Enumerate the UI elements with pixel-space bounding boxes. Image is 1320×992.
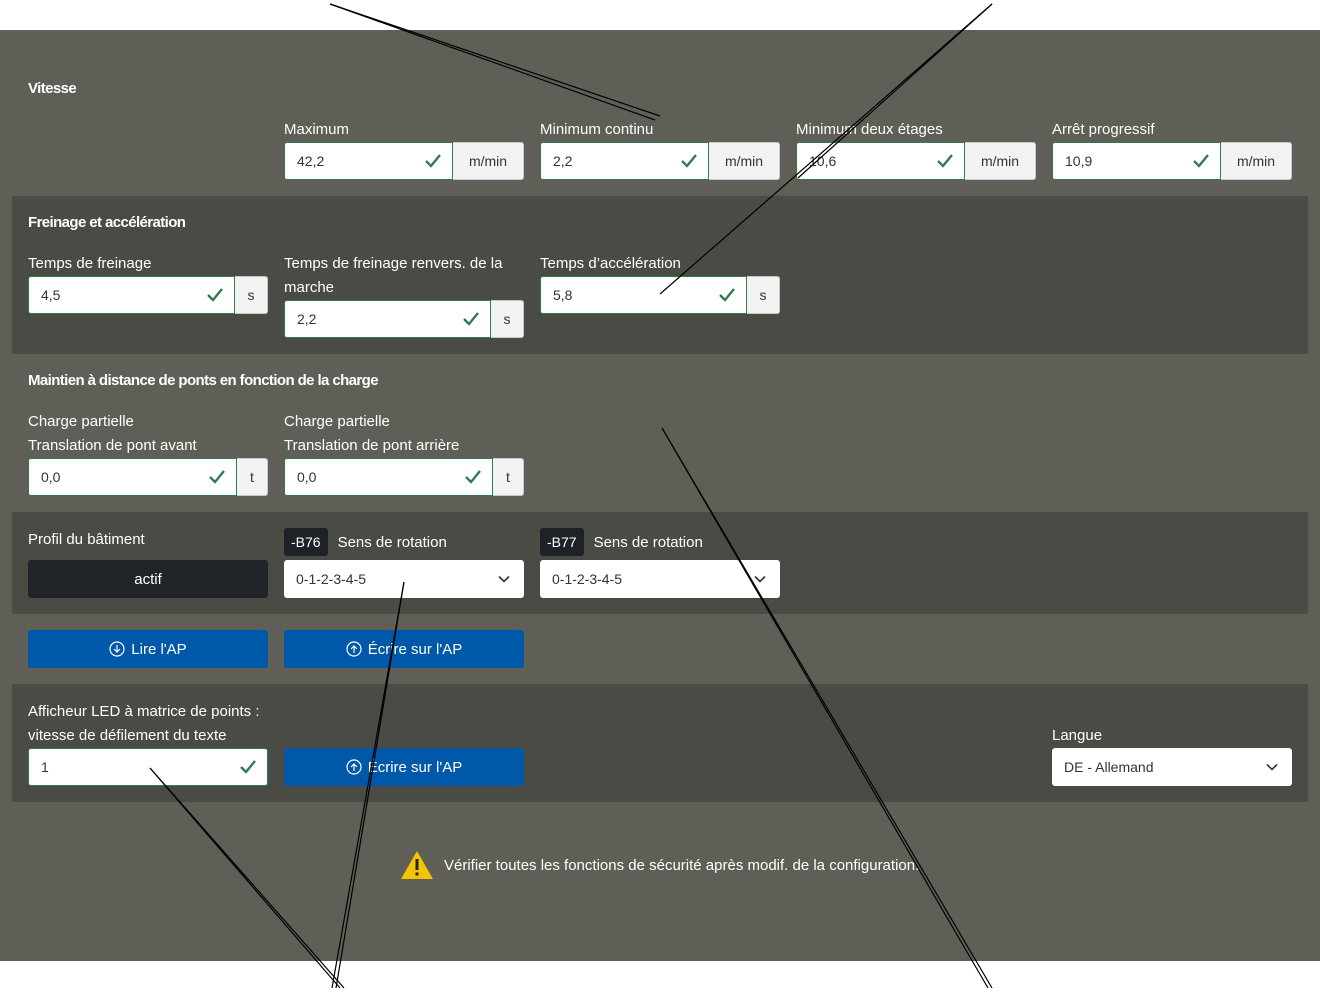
led-scroll-speed-label: vitesse de défilement du texte (28, 727, 227, 744)
unit-label: t (493, 458, 524, 496)
rotation-label: Sens de rotation (337, 534, 447, 551)
front-partial-load-value: 0,0 (41, 469, 61, 485)
front-translation-label: Translation de pont avant (28, 437, 197, 454)
b77-rotation-value: 0-1-2-3-4-5 (552, 571, 623, 587)
b77-rotation-label: -B77 Sens de rotation (540, 528, 703, 556)
language-select[interactable]: DE - Allemand (1052, 748, 1292, 786)
soft-stop-value: 10,9 (1065, 153, 1093, 169)
safety-warning: Vérifier toutes les fonctions de sécurit… (400, 850, 919, 880)
braking-time-input[interactable]: 4,5 (28, 276, 235, 314)
acceleration-time-input[interactable]: 5,8 (540, 276, 747, 314)
soft-stop-label: Arrêt progressif (1052, 121, 1155, 138)
b76-rotation-value: 0-1-2-3-4-5 (296, 571, 367, 587)
partial-load-label: Charge partielle (284, 413, 390, 430)
unit-label: m/min (965, 142, 1036, 180)
max-speed-field: 42,2 m/min (284, 142, 524, 180)
unit-label: m/min (709, 142, 780, 180)
building-profile-label: Profil du bâtiment (28, 531, 145, 548)
unit-label: m/min (453, 142, 524, 180)
braking-time-label: Temps de freinage (28, 255, 152, 272)
unit-label: s (747, 276, 780, 314)
check-icon (207, 288, 223, 302)
unit-label: m/min (1221, 142, 1292, 180)
acceleration-time-value: 5,8 (553, 287, 573, 303)
check-icon (1193, 154, 1209, 168)
warning-icon (401, 851, 433, 879)
min-continuous-label: Minimum continu (540, 121, 654, 138)
read-plc-label: Lire l'AP (131, 640, 187, 658)
rear-translation-label: Translation de pont arrière (284, 437, 460, 454)
braking-time-value: 4,5 (41, 287, 61, 303)
front-partial-load-input[interactable]: 0,0 (28, 458, 237, 496)
front-partial-load-field: 0,0 t (28, 458, 268, 496)
unit-label: s (235, 276, 268, 314)
arrow-up-circle-icon (346, 759, 362, 775)
led-write-plc-button[interactable]: Écrire sur l'AP (284, 748, 524, 786)
min-continuous-value: 2,2 (553, 153, 573, 169)
rear-partial-load-field: 0,0 t (284, 458, 524, 496)
max-speed-input[interactable]: 42,2 (284, 142, 453, 180)
b77-badge: -B77 (540, 528, 584, 556)
read-plc-button[interactable]: Lire l'AP (28, 630, 268, 668)
led-speed-input[interactable]: 1 (28, 748, 268, 786)
unit-label: s (491, 300, 524, 338)
b76-rotation-label: -B76 Sens de rotation (284, 528, 447, 556)
min-continuous-input[interactable]: 2,2 (540, 142, 709, 180)
unit-label: t (237, 458, 268, 496)
speed-section-title: Vitesse (28, 80, 77, 97)
led-speed-field: 1 (28, 748, 268, 786)
soft-stop-field: 10,9 m/min (1052, 142, 1292, 180)
min-two-stage-input[interactable]: 10,6 (796, 142, 965, 180)
reverse-braking-input[interactable]: 2,2 (284, 300, 491, 338)
b76-badge: -B76 (284, 528, 328, 556)
write-plc-label: Écrire sur l'AP (367, 640, 463, 658)
partial-load-label: Charge partielle (28, 413, 134, 430)
write-plc-button[interactable]: Écrire sur l'AP (284, 630, 524, 668)
check-icon (681, 154, 697, 168)
front-partial-load-label: Charge partielle Translation de pont ava… (28, 410, 197, 458)
led-display-label: Afficheur LED à matrice de points : (28, 703, 260, 720)
chevron-down-icon (498, 575, 510, 583)
reverse-braking-field: 2,2 s (284, 300, 524, 338)
acceleration-time-label: Temps d’accélération (540, 255, 681, 272)
building-profile-active-button[interactable]: actif (28, 560, 268, 598)
check-icon (240, 760, 256, 774)
soft-stop-input[interactable]: 10,9 (1052, 142, 1221, 180)
min-continuous-field: 2,2 m/min (540, 142, 780, 180)
chevron-down-icon (754, 575, 766, 583)
arrow-up-circle-icon (346, 641, 362, 657)
reverse-braking-label: Temps de freinage renvers. de la marche (284, 255, 503, 296)
check-icon (937, 154, 953, 168)
check-icon (463, 312, 479, 326)
rear-partial-load-value: 0,0 (297, 469, 317, 485)
distance-section-title: Maintien à distance de ponts en fonction… (28, 372, 379, 389)
led-write-plc-label: Écrire sur l'AP (367, 758, 463, 776)
reverse-braking-value: 2,2 (297, 311, 317, 327)
braking-time-field: 4,5 s (28, 276, 268, 314)
acceleration-time-field: 5,8 s (540, 276, 780, 314)
min-two-stage-value: 10,6 (809, 153, 837, 169)
arrow-down-circle-icon (109, 641, 125, 657)
rear-partial-load-label: Charge partielle Translation de pont arr… (284, 410, 459, 458)
chevron-down-icon (1266, 763, 1278, 771)
check-icon (719, 288, 735, 302)
check-icon (209, 470, 225, 484)
b76-rotation-select[interactable]: 0-1-2-3-4-5 (284, 560, 524, 598)
check-icon (465, 470, 481, 484)
min-two-stage-label: Minimum deux étages (796, 121, 943, 138)
language-value: DE - Allemand (1064, 759, 1154, 775)
led-speed-value: 1 (41, 759, 49, 775)
rotation-label: Sens de rotation (593, 534, 703, 551)
language-label: Langue (1052, 727, 1103, 744)
braking-section-title: Freinage et accélération (28, 214, 186, 231)
max-speed-value: 42,2 (297, 153, 325, 169)
max-speed-label: Maximum (284, 121, 350, 138)
b77-rotation-select[interactable]: 0-1-2-3-4-5 (540, 560, 780, 598)
min-two-stage-field: 10,6 m/min (796, 142, 1036, 180)
led-label: Afficheur LED à matrice de points : vite… (28, 700, 260, 748)
check-icon (425, 154, 441, 168)
safety-warning-text: Vérifier toutes les fonctions de sécurit… (444, 856, 920, 874)
rear-partial-load-input[interactable]: 0,0 (284, 458, 493, 496)
